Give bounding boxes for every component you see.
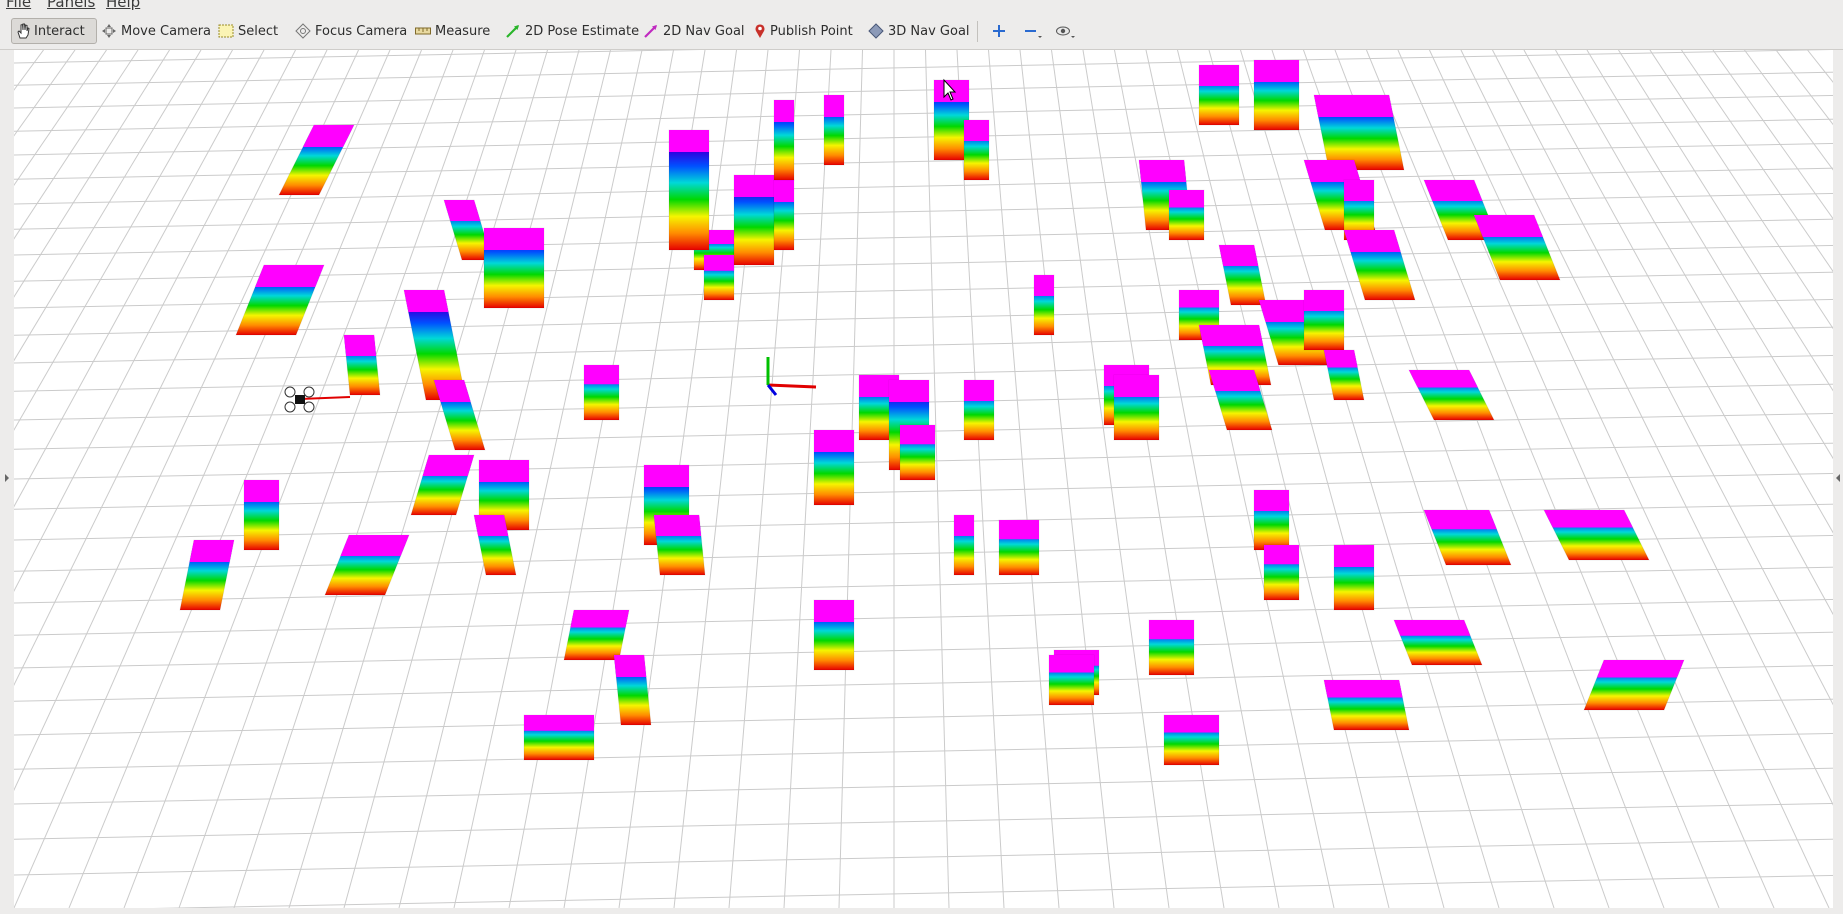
- tool-interact-button[interactable]: Interact: [11, 18, 97, 44]
- menu-panels-label: Panels: [47, 0, 96, 11]
- menu-file[interactable]: File: [6, 0, 31, 11]
- chevron-left-icon: [1836, 474, 1840, 482]
- tool-3d-nav-goal-label: 3D Nav Goal: [888, 23, 970, 39]
- map-pin-icon: [755, 24, 765, 38]
- tool-focus-camera-button[interactable]: Focus Camera: [295, 18, 407, 44]
- tool-2d-nav-goal-label: 2D Nav Goal: [663, 23, 745, 39]
- chevron-right-icon: [5, 474, 9, 482]
- menu-help[interactable]: Help: [106, 0, 140, 11]
- tool-publish-point-button[interactable]: Publish Point: [754, 18, 853, 44]
- drone-icon: [284, 386, 351, 413]
- menu-bar: File Panels Help: [0, 0, 1843, 12]
- menu-panels[interactable]: Panels: [47, 0, 95, 11]
- tool-focus-camera-label: Focus Camera: [315, 23, 408, 39]
- tool-select-button[interactable]: Select: [218, 18, 278, 44]
- tool-move-camera-label: Move Camera: [121, 23, 212, 39]
- magenta-arrow-icon: [644, 25, 657, 38]
- scene-canvas: [14, 50, 1843, 908]
- tool-publish-point-label: Publish Point: [770, 23, 853, 39]
- toolbar-separator: [977, 21, 978, 42]
- plus-icon: [993, 25, 1005, 37]
- left-dock-handle[interactable]: [0, 50, 14, 908]
- minus-icon: [1025, 30, 1042, 38]
- ruler-icon: [415, 27, 431, 35]
- bottom-status-strip: [0, 908, 1843, 914]
- menu-help-label: Help: [106, 0, 141, 11]
- eye-icon: [1056, 26, 1075, 38]
- 3d-render-viewport[interactable]: [14, 50, 1843, 908]
- tool-measure-label: Measure: [435, 23, 491, 39]
- tool-3d-nav-goal-button[interactable]: 3D Nav Goal: [868, 18, 970, 44]
- tool-2d-pose-estimate-label: 2D Pose Estimate: [525, 23, 640, 39]
- add-tool-button[interactable]: [991, 18, 1011, 44]
- hand-icon: [17, 23, 30, 39]
- tool-select-label: Select: [238, 23, 279, 39]
- tool-2d-nav-goal-button[interactable]: 2D Nav Goal: [643, 18, 745, 44]
- tool-2d-pose-estimate-button[interactable]: 2D Pose Estimate: [505, 18, 639, 44]
- focus-camera-icon: [295, 23, 311, 39]
- right-dock-handle[interactable]: [1833, 50, 1843, 908]
- move-camera-icon: [102, 24, 116, 38]
- green-arrow-icon: [506, 25, 519, 38]
- tool-toolbar: Interact Move Camera Select Focus Camera…: [0, 12, 1843, 50]
- view-options-button[interactable]: [1055, 18, 1083, 44]
- tool-measure-button[interactable]: Measure: [415, 18, 490, 44]
- remove-tool-button[interactable]: [1023, 18, 1051, 44]
- tool-move-camera-button[interactable]: Move Camera: [101, 18, 211, 44]
- tool-interact-label: Interact: [34, 23, 85, 39]
- menu-file-label: File: [6, 0, 32, 11]
- select-box-icon: [218, 24, 234, 38]
- diamond-icon: [868, 23, 884, 39]
